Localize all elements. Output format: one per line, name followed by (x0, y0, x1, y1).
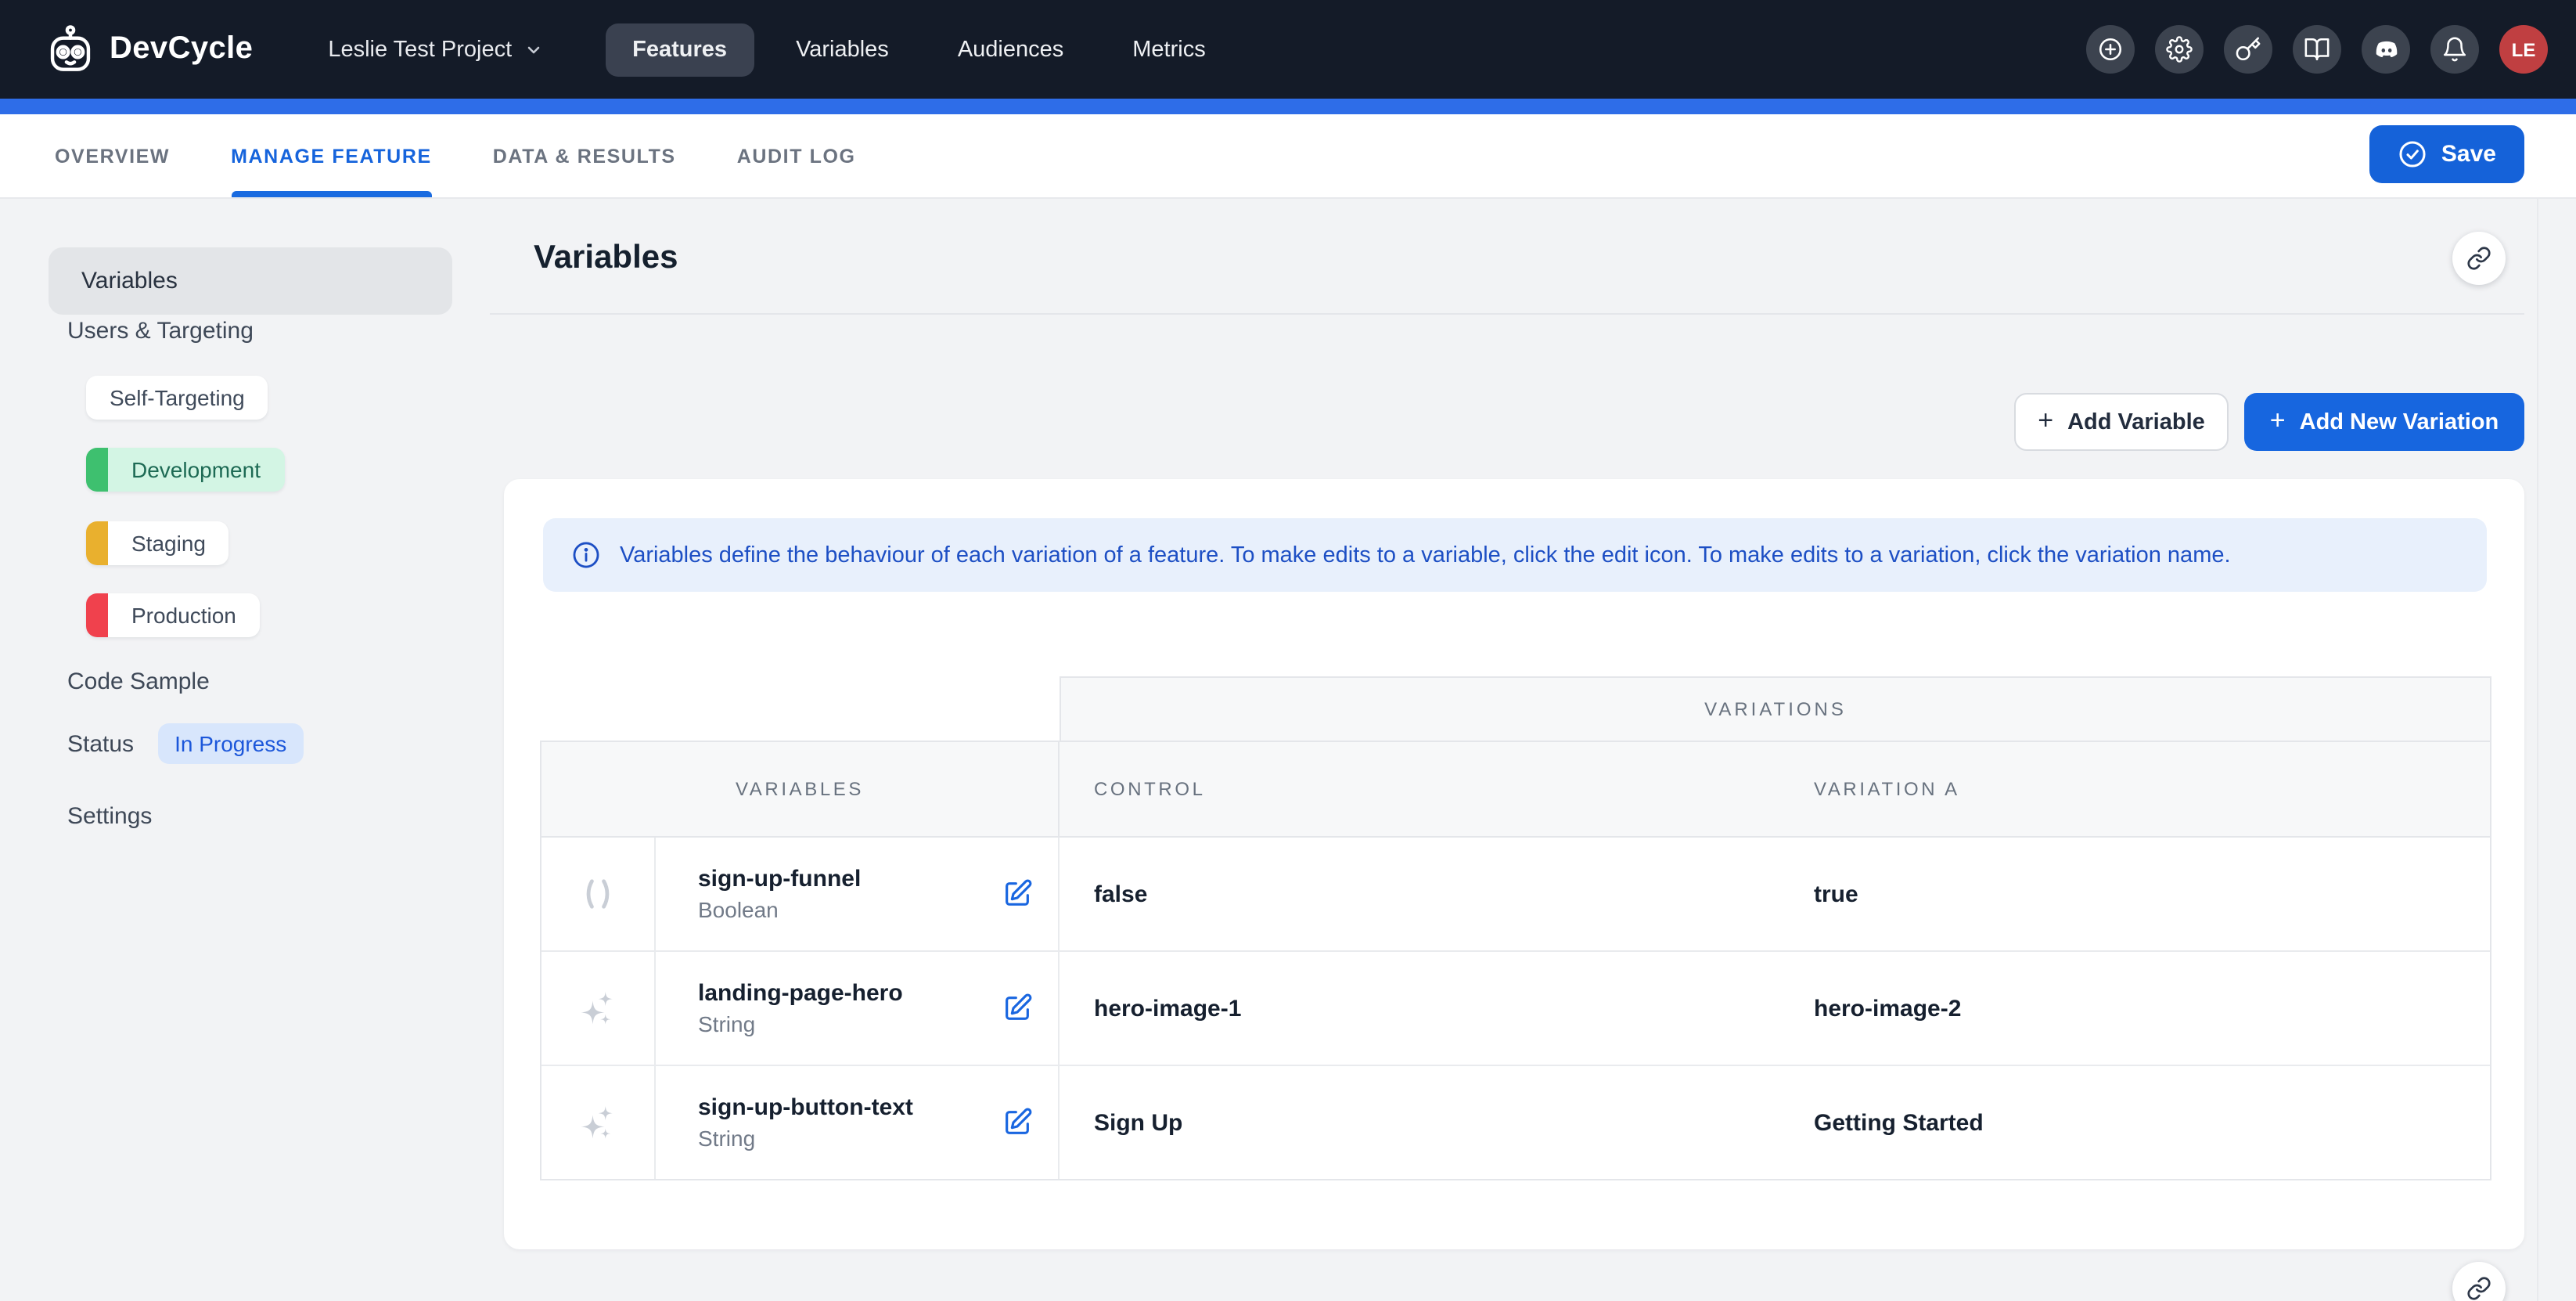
variables-card: Variables define the behaviour of each v… (504, 479, 2524, 1249)
sidebar-item-settings[interactable]: Settings (67, 803, 152, 830)
section-permalink-button[interactable] (2452, 232, 2506, 285)
add-variable-button[interactable]: + Add Variable (2014, 393, 2229, 451)
info-banner-text: Variables define the behaviour of each v… (620, 542, 2231, 568)
variable-type: String (698, 1011, 903, 1036)
sidebar-item-users-targeting[interactable]: Users & Targeting (67, 318, 254, 344)
nav-links: Features Variables Audiences Metrics (606, 23, 1232, 76)
feature-tabs: OVERVIEW MANAGE FEATURE DATA & RESULTS A… (0, 114, 2576, 199)
control-value: Sign Up (1060, 1066, 1779, 1179)
env-label: Development (108, 448, 284, 492)
control-value: hero-image-1 (1060, 952, 1779, 1065)
sidebar-item-code-sample[interactable]: Code Sample (67, 669, 210, 695)
variation-a-value: hero-image-2 (1779, 952, 2490, 1065)
docs-book-icon[interactable] (2293, 25, 2341, 74)
top-nav: DevCycle Leslie Test Project Features Va… (0, 0, 2576, 99)
sidebar-env-production[interactable]: Production (86, 593, 260, 637)
sidebar-env-development[interactable]: Development (86, 448, 284, 492)
tab-overview[interactable]: OVERVIEW (55, 114, 170, 197)
tab-audit-log[interactable]: AUDIT LOG (737, 114, 856, 197)
nav-item-audiences[interactable]: Audiences (931, 23, 1090, 76)
variation-a-value: Getting Started (1779, 1066, 2490, 1179)
discord-icon[interactable] (2362, 25, 2410, 74)
check-circle-icon (2398, 139, 2427, 169)
tab-manage-feature[interactable]: MANAGE FEATURE (231, 114, 432, 197)
sidebar-status-row: Status In Progress (67, 723, 304, 764)
sparkles-icon (577, 988, 618, 1029)
link-icon (2466, 246, 2491, 271)
link-icon (2466, 1276, 2491, 1301)
env-color-bar (86, 521, 108, 565)
variables-section-header: Variables (490, 199, 2524, 315)
settings-gear-icon[interactable] (2155, 25, 2204, 74)
feature-sidebar: Variables Users & Targeting Self-Targeti… (0, 199, 490, 1301)
env-label: Production (108, 593, 260, 637)
table-header-row: VARIABLES CONTROL VARIATION A (540, 741, 2491, 838)
project-name: Leslie Test Project (328, 37, 512, 62)
variation-a-value: true (1779, 838, 2490, 950)
variable-type: String (698, 1126, 913, 1151)
sidebar-item-variables[interactable]: Variables (49, 247, 452, 315)
variable-name: sign-up-funnel (698, 866, 861, 892)
save-label: Save (2441, 141, 2496, 168)
devcycle-logo[interactable]: DevCycle (44, 23, 253, 76)
add-new-variation-label: Add New Variation (2300, 409, 2499, 434)
nav-item-features[interactable]: Features (606, 23, 754, 76)
variables-table-body: sign-up-funnel Boolean false true (540, 838, 2491, 1180)
control-value: false (1060, 838, 1779, 950)
nav-utilities: LE (2086, 25, 2548, 74)
env-color-bar (86, 593, 108, 637)
env-color-bar (86, 448, 108, 492)
sidebar-item-status[interactable]: Status (67, 730, 134, 757)
info-icon (571, 540, 601, 570)
env-label: Self-Targeting (86, 376, 268, 420)
nav-item-metrics[interactable]: Metrics (1106, 23, 1232, 76)
robot-logo-icon (44, 23, 97, 76)
add-circle-icon[interactable] (2086, 25, 2135, 74)
variable-type: Boolean (698, 897, 861, 922)
boolean-icon (577, 874, 618, 914)
main-content: Variables + Add Variable + Add New Varia… (490, 199, 2576, 1301)
edit-variable-button[interactable] (998, 989, 1036, 1027)
plus-icon: + (2270, 407, 2286, 434)
edit-variable-button[interactable] (998, 1104, 1036, 1141)
edit-variable-button[interactable] (998, 875, 1036, 913)
add-new-variation-button[interactable]: + Add New Variation (2244, 393, 2524, 451)
table-row: landing-page-hero String hero-image-1 he… (541, 950, 2490, 1065)
sidebar-item-label: Variables (81, 268, 178, 294)
scroll-gutter (2537, 199, 2538, 1301)
variations-group-header: VARIATIONS (1060, 676, 2491, 741)
status-badge[interactable]: In Progress (157, 723, 304, 764)
add-variable-label: Add Variable (2067, 409, 2205, 434)
env-label: Staging (108, 521, 229, 565)
table-row: sign-up-funnel Boolean false true (541, 838, 2490, 950)
nav-item-variables[interactable]: Variables (769, 23, 916, 76)
api-key-icon[interactable] (2224, 25, 2272, 74)
sparkles-icon (577, 1102, 618, 1143)
page-title: Variables (534, 240, 678, 277)
sidebar-env-self-targeting[interactable]: Self-Targeting (86, 376, 268, 420)
chevron-down-icon (524, 40, 543, 59)
progress-bar (0, 99, 2576, 114)
table-row: sign-up-button-text String Sign Up Getti… (541, 1065, 2490, 1179)
variable-name: sign-up-button-text (698, 1094, 913, 1121)
user-avatar[interactable]: LE (2499, 25, 2548, 74)
variable-name: landing-page-hero (698, 980, 903, 1007)
col-header-variables: VARIABLES (736, 778, 864, 800)
next-section-permalink-button[interactable] (2452, 1262, 2506, 1301)
info-banner: Variables define the behaviour of each v… (543, 518, 2487, 592)
notifications-bell-icon[interactable] (2430, 25, 2479, 74)
brand-name: DevCycle (110, 31, 253, 67)
tab-data-results[interactable]: DATA & RESULTS (493, 114, 676, 197)
col-header-variation-a: VARIATION A (1814, 778, 1960, 800)
col-header-control: CONTROL (1094, 778, 1206, 800)
plus-icon: + (2038, 407, 2053, 434)
screen: DevCycle Leslie Test Project Features Va… (0, 0, 2576, 1301)
project-selector[interactable]: Leslie Test Project (328, 37, 543, 62)
save-button[interactable]: Save (2369, 125, 2524, 183)
sidebar-env-staging[interactable]: Staging (86, 521, 229, 565)
